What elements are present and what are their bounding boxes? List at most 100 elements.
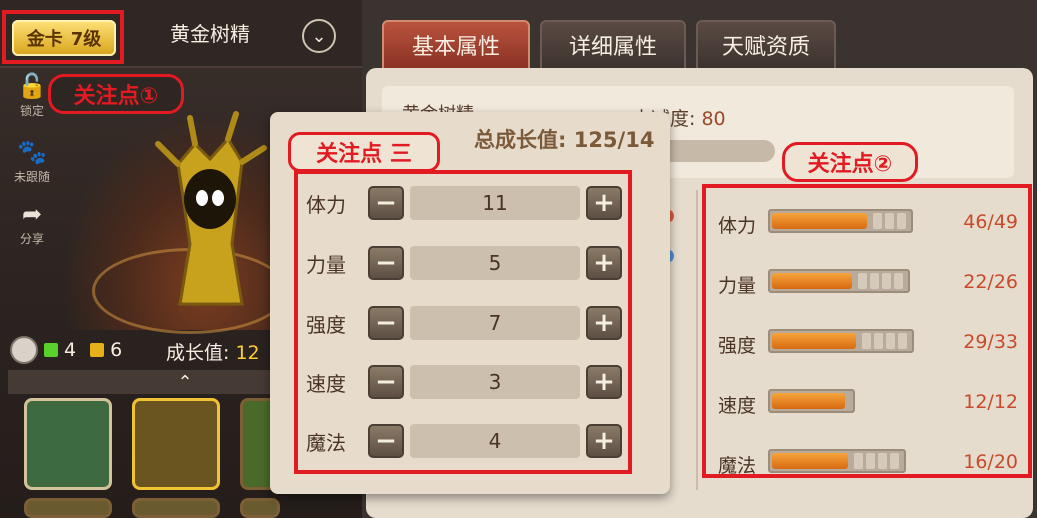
annotation-focus-3: 关注点 三	[288, 132, 440, 172]
pet-tree-sprite	[155, 111, 267, 306]
share-icon: ➦	[21, 200, 43, 228]
element-ring-icon	[10, 336, 38, 364]
decrease-button[interactable]: −	[368, 424, 404, 458]
pet-dropdown-button[interactable]: ⌄	[302, 19, 336, 53]
attribute-label: 力量	[718, 275, 757, 297]
panel-divider	[696, 190, 698, 490]
allocation-row: 强度 −7 +	[306, 303, 636, 343]
gold-gem-icon	[90, 343, 105, 357]
plus-icon: +	[593, 308, 615, 338]
attribute-value: 12/12	[963, 391, 1018, 413]
attribute-row: 力量 22/26	[718, 265, 1018, 305]
attribute-bar	[768, 389, 855, 413]
lock-label: 锁定	[19, 104, 44, 118]
tab-detailed-attributes[interactable]: 详细属性	[540, 20, 686, 70]
increase-button[interactable]: +	[586, 246, 622, 280]
allocation-label: 体力	[306, 192, 346, 217]
allocation-label: 魔法	[306, 430, 346, 455]
attribute-empty-segment	[894, 273, 903, 289]
allocation-value: 5	[410, 246, 580, 280]
attribute-empty-segment	[858, 273, 867, 289]
gold-gem-count: 6	[110, 339, 123, 361]
decrease-button[interactable]: −	[368, 365, 404, 399]
share-label: 分享	[19, 232, 44, 246]
attribute-empty-segment	[897, 213, 906, 229]
attribute-bar	[768, 329, 914, 353]
highlight-box-1	[2, 10, 124, 64]
attribute-bar	[768, 209, 913, 233]
allocation-value: 7	[410, 306, 580, 340]
attribute-empty-segment	[874, 333, 883, 349]
resist-value: 80	[701, 108, 726, 130]
pet-thumb-6[interactable]	[240, 498, 280, 518]
attribute-empty-segment	[890, 453, 899, 469]
share-button[interactable]: ➦ 分享	[8, 200, 56, 256]
attribute-bar-fill	[772, 333, 856, 349]
minus-icon: −	[375, 248, 397, 278]
attribute-value: 46/49	[963, 211, 1018, 233]
pet-thumb-tree[interactable]	[132, 398, 220, 490]
pet-thumb-5[interactable]	[132, 498, 220, 518]
attribute-label: 体力	[718, 215, 757, 237]
attribute-empty-segment	[886, 333, 895, 349]
decrease-button[interactable]: −	[368, 306, 404, 340]
attribute-value: 29/33	[963, 331, 1018, 353]
attribute-empty-segment	[870, 273, 879, 289]
attribute-label: 魔法	[718, 455, 757, 477]
increase-button[interactable]: +	[586, 186, 622, 220]
follow-button[interactable]: 🐾 未跟随	[8, 138, 56, 194]
paw-icon: 🐾	[17, 138, 47, 166]
attribute-empty-segment	[862, 333, 871, 349]
attribute-row: 体力 46/49	[718, 205, 1018, 245]
attribute-bar-fill	[772, 213, 867, 229]
plus-icon: +	[593, 248, 615, 278]
total-growth-value: 总成长值: 125/14	[474, 128, 655, 152]
chevron-down-icon: ⌄	[311, 25, 327, 47]
attribute-empty-segment	[878, 453, 887, 469]
attribute-empty-segment	[866, 453, 875, 469]
attribute-value: 16/20	[963, 451, 1018, 473]
pet-name: 黄金树精	[170, 22, 250, 46]
attribute-bar	[768, 269, 910, 293]
attribute-bar	[768, 449, 906, 473]
allocation-value: 4	[410, 424, 580, 458]
allocation-row: 体力 −11 +	[306, 183, 636, 223]
growth-label: 成长值:	[166, 342, 230, 364]
allocation-label: 速度	[306, 371, 346, 396]
attribute-empty-segment	[873, 213, 882, 229]
decrease-button[interactable]: −	[368, 186, 404, 220]
allocation-row: 速度 −3 +	[306, 362, 636, 402]
attribute-empty-segment	[854, 453, 863, 469]
attribute-label: 速度	[718, 395, 757, 417]
minus-icon: −	[375, 308, 397, 338]
attribute-empty-segment	[885, 213, 894, 229]
allocation-value: 11	[410, 186, 580, 220]
attribute-row: 魔法 16/20	[718, 445, 1018, 485]
green-gem-icon	[44, 343, 58, 357]
increase-button[interactable]: +	[586, 365, 622, 399]
allocation-label: 力量	[306, 252, 346, 277]
allocation-value: 3	[410, 365, 580, 399]
attribute-row: 速度 12/12	[718, 385, 1018, 425]
minus-icon: −	[375, 367, 397, 397]
minus-icon: −	[375, 426, 397, 456]
allocation-row: 魔法 −4 +	[306, 421, 636, 461]
tab-basic-attributes[interactable]: 基本属性	[382, 20, 530, 70]
plus-icon: +	[593, 367, 615, 397]
chevron-up-icon: ⌃	[177, 372, 193, 393]
decrease-button[interactable]: −	[368, 246, 404, 280]
pet-thumb-cactus[interactable]	[24, 398, 112, 490]
pet-thumb-4[interactable]	[24, 498, 112, 518]
pet-growth: 成长值: 12	[166, 338, 260, 365]
tab-talent-aptitude[interactable]: 天赋资质	[696, 20, 836, 70]
attribute-bar-fill	[772, 273, 852, 289]
allocation-label: 强度	[306, 312, 346, 337]
attribute-empty-segment	[898, 333, 907, 349]
minus-icon: −	[375, 188, 397, 218]
plus-icon: +	[593, 426, 615, 456]
pet-gem-stats: 4 6	[10, 330, 122, 370]
attribute-row: 强度 29/33	[718, 325, 1018, 365]
allocation-row: 力量 −5 +	[306, 243, 636, 283]
increase-button[interactable]: +	[586, 306, 622, 340]
increase-button[interactable]: +	[586, 424, 622, 458]
